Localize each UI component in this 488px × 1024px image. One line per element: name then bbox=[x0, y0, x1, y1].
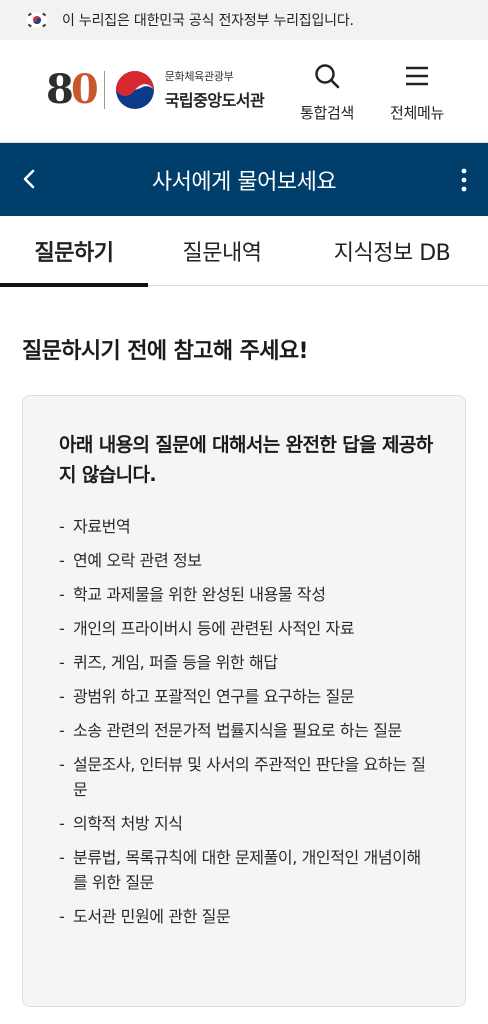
list-item: 학교 과제물을 위한 완성된 내용물 작성 bbox=[59, 582, 429, 607]
hamburger-menu-icon bbox=[403, 62, 431, 94]
site-logo[interactable]: 80 문화체육관광부 국립중앙도서관 bbox=[46, 65, 265, 113]
list-item: 소송 관련의 전문가적 법률지식을 필요로 하는 질문 bbox=[59, 718, 429, 743]
library-name: 국립중앙도서관 bbox=[164, 91, 265, 110]
site-header: 80 문화체육관광부 국립중앙도서관 통합검색 전체메뉴 bbox=[0, 40, 488, 143]
tab-ask-question[interactable]: 질문하기 bbox=[0, 216, 148, 287]
list-item: 분류법, 목록규칙에 대한 문제풀이, 개인적인 개념이해를 위한 질문 bbox=[59, 845, 429, 895]
tab-bar: 질문하기 질문내역 지식정보 DB bbox=[0, 216, 488, 287]
full-menu-button[interactable]: 전체메뉴 bbox=[390, 62, 444, 123]
gov-banner-text: 이 누리집은 대한민국 공식 전자정부 누리집입니다. bbox=[62, 13, 354, 29]
list-item: 광범위 하고 포괄적인 연구를 요구하는 질문 bbox=[59, 684, 429, 709]
integrated-search-button[interactable]: 통합검색 bbox=[300, 62, 354, 123]
search-label: 통합검색 bbox=[300, 104, 355, 122]
list-item: 자료번역 bbox=[59, 514, 429, 539]
gov-banner: 이 누리집은 대한민국 공식 전자정부 누리집입니다. bbox=[0, 0, 488, 40]
page-titlebar: 사서에게 물어보세요 bbox=[0, 143, 488, 216]
notice-box: 아래 내용의 질문에 대해서는 완전한 답을 제공하지 않습니다. 자료번역 연… bbox=[22, 395, 466, 1007]
menu-label: 전체메뉴 bbox=[390, 104, 445, 122]
government-emblem-icon bbox=[115, 70, 155, 110]
anniversary-80-logo: 80 bbox=[46, 65, 99, 113]
tab-knowledge-db[interactable]: 지식정보 DB bbox=[296, 216, 488, 286]
ministry-name: 문화체육관광부 bbox=[164, 70, 234, 83]
tab-question-history[interactable]: 질문내역 bbox=[148, 216, 296, 286]
section-heading: 질문하시기 전에 참고해 주세요! bbox=[22, 339, 309, 364]
list-item: 개인의 프라이버시 등에 관련된 사적인 자료 bbox=[59, 616, 429, 641]
notice-title: 아래 내용의 질문에 대해서는 완전한 답을 제공하지 않습니다. bbox=[59, 434, 433, 486]
list-item: 퀴즈, 게임, 퍼즐 등을 위한 해답 bbox=[59, 650, 429, 675]
korea-flag-icon bbox=[26, 12, 48, 28]
search-icon bbox=[313, 62, 341, 94]
logo-divider bbox=[103, 70, 105, 109]
list-item: 의학적 처방 지식 bbox=[59, 811, 429, 836]
back-chevron-icon[interactable] bbox=[18, 167, 42, 191]
notice-list: 자료번역 연예 오락 관련 정보 학교 과제물을 위한 완성된 내용물 작성 개… bbox=[59, 514, 429, 938]
list-item: 연예 오락 관련 정보 bbox=[59, 548, 429, 573]
list-item: 도서관 민원에 관한 질문 bbox=[59, 904, 429, 929]
more-vertical-icon[interactable] bbox=[460, 167, 468, 193]
list-item: 설문조사, 인터뷰 및 사서의 주관적인 판단을 요하는 질문 bbox=[59, 752, 429, 802]
page-title: 사서에게 물어보세요 bbox=[151, 169, 337, 195]
